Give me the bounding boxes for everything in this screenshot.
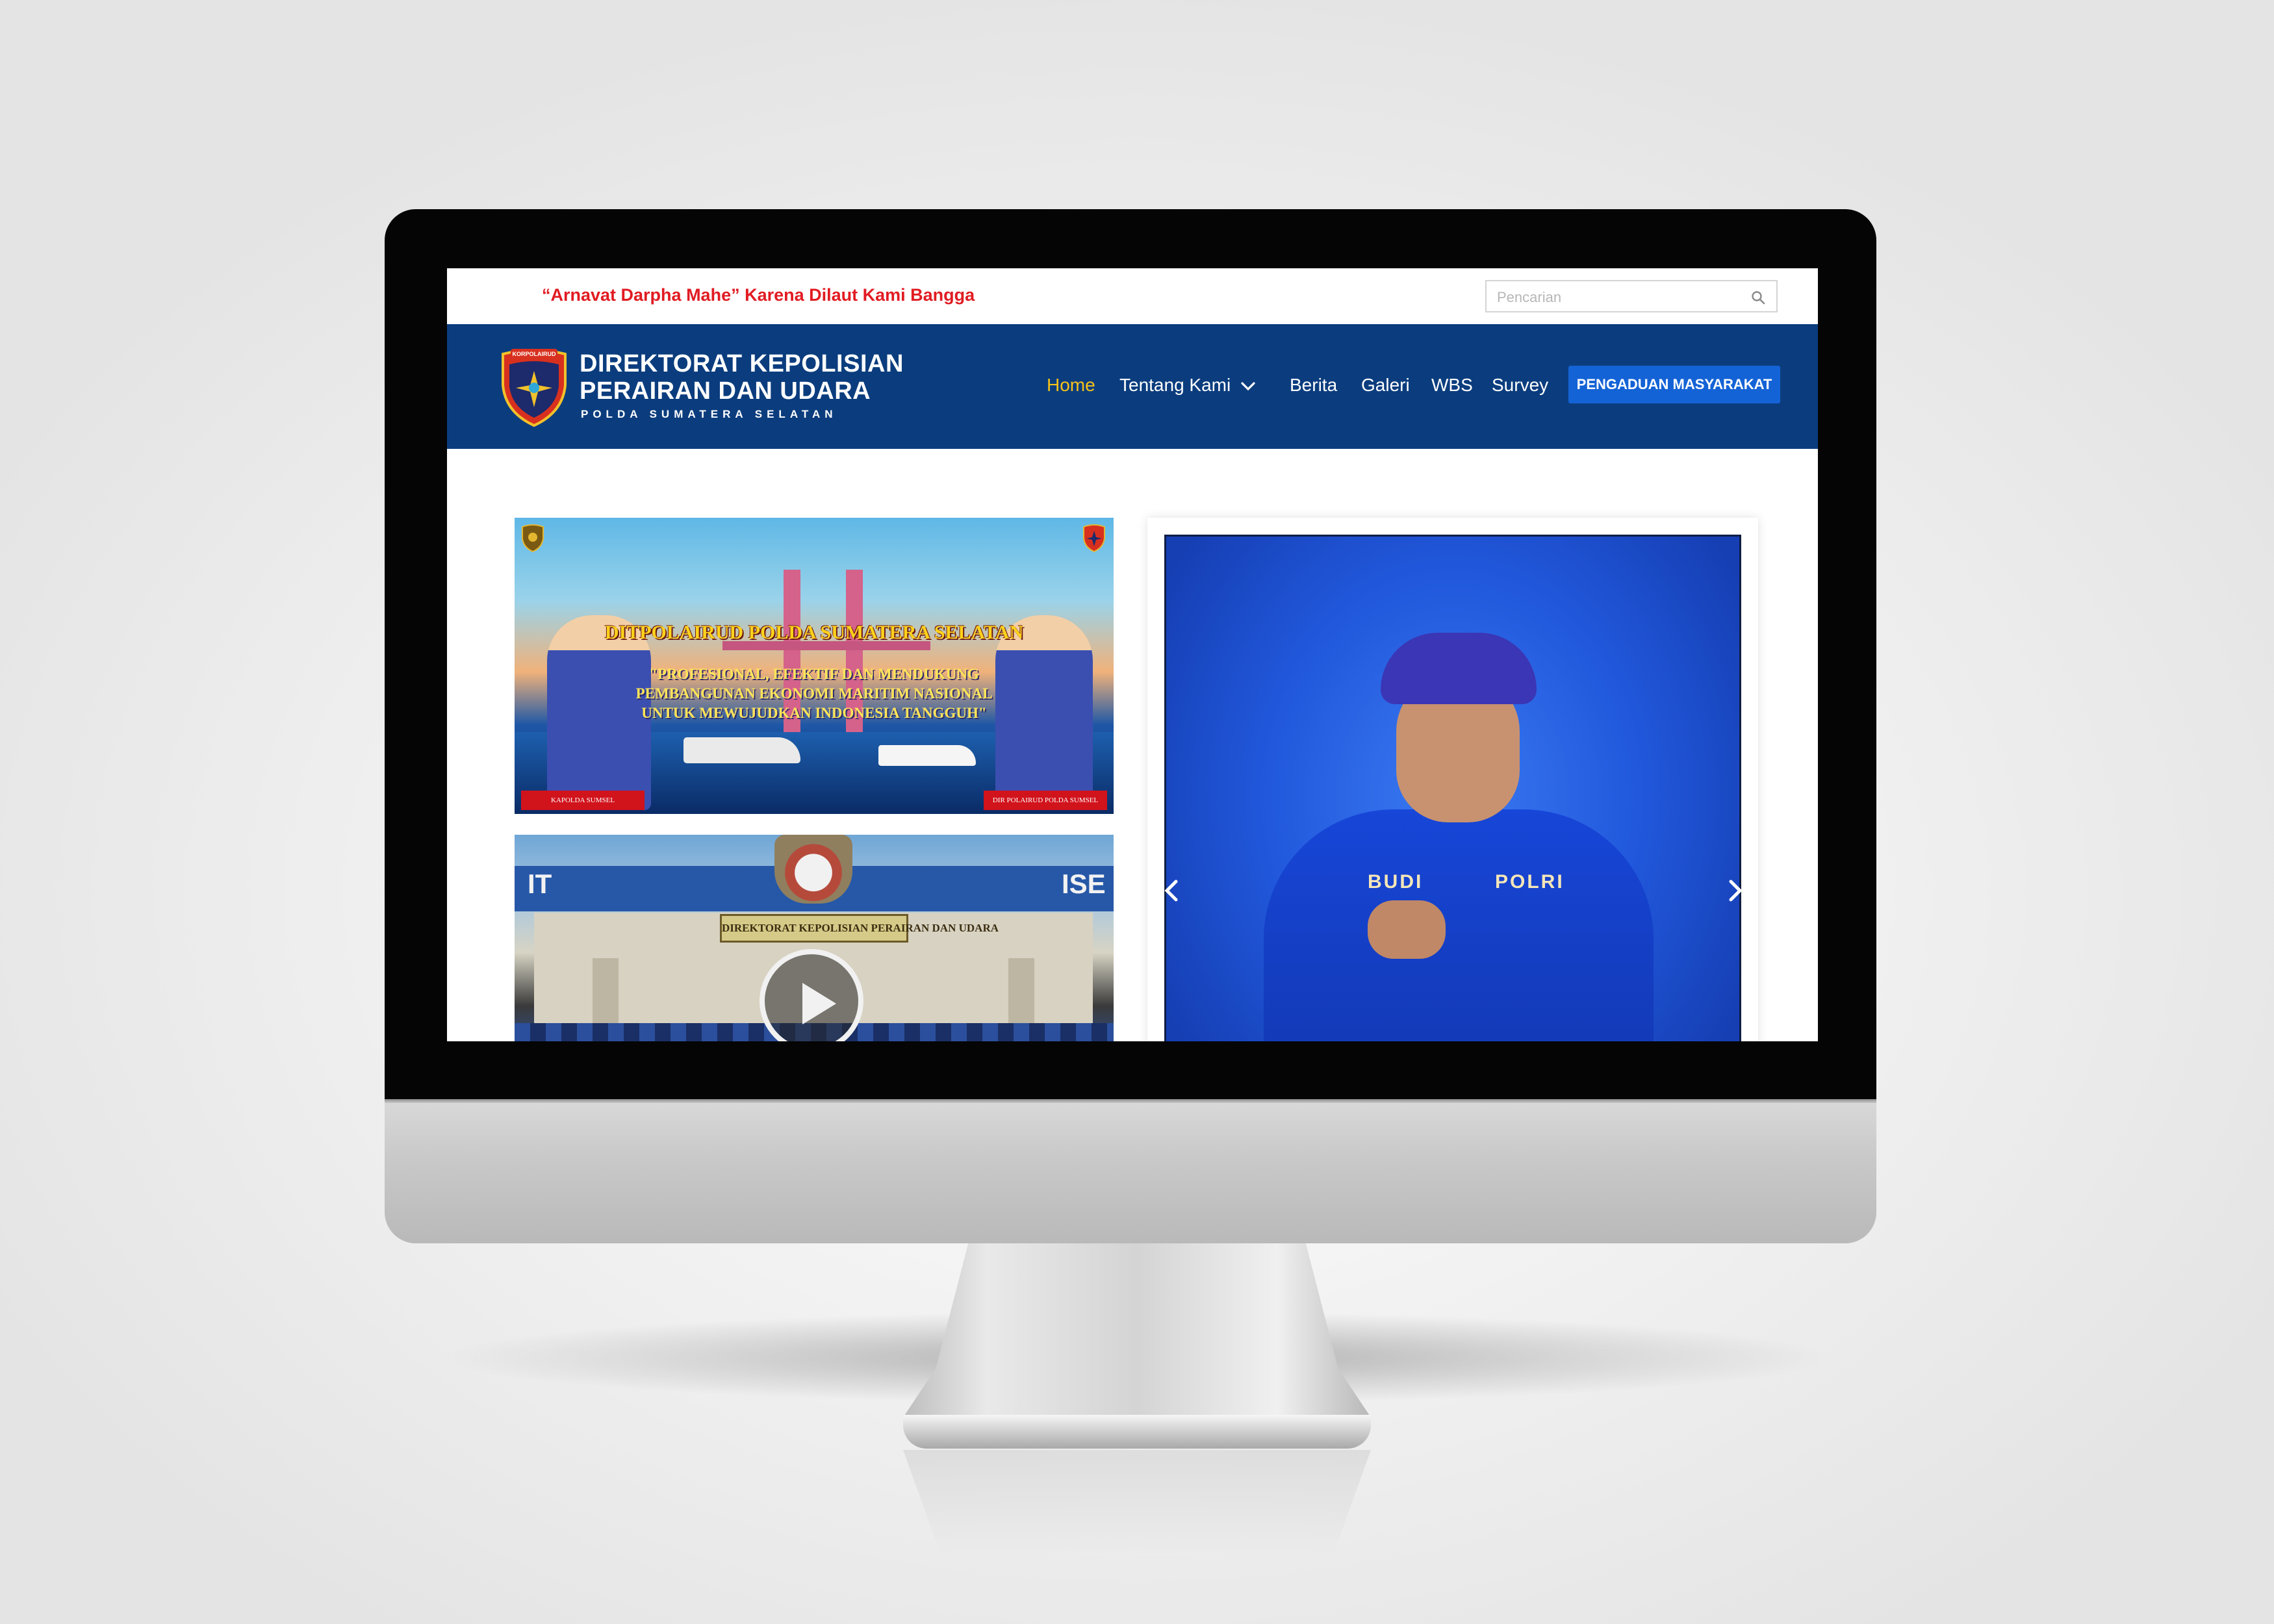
police-emblem-icon [522,524,544,553]
banner-title: DITPOLAIRUD POLDA SUMATERA SELATAN [604,622,1024,643]
officer-uniform [1264,809,1654,1041]
nav-survey[interactable]: Survey [1492,375,1548,396]
officer-fist [1368,900,1446,959]
video-roof-text-left: IT [528,869,552,899]
uniform-unit-tag: POLRI [1495,871,1565,893]
brand-subtitle: POLDA SUMATERA SELATAN [581,408,837,420]
video-roof-text-right: ISE [1062,869,1106,899]
monitor-stand-base [903,1415,1371,1449]
play-icon [802,983,836,1024]
banner-boat [683,737,800,763]
chevron-right-icon[interactable] [1727,878,1744,904]
search-box[interactable] [1485,280,1778,312]
slide-photo-officer[interactable]: BUDI POLRI [1164,535,1741,1041]
search-icon[interactable] [1750,290,1766,305]
nav-tentang-kami-label: Tentang Kami [1119,375,1231,395]
banner-caption-left: KAPOLDA SUMSEL [521,791,645,810]
main-navbar: KORPOLAIRUD DIREKTORAT KEPOLISIAN PERAIR… [447,324,1818,449]
stand-reflection [903,1450,1371,1554]
video-thumbnail[interactable]: IT ISE DIREKTORAT KEPOLISIAN PERAIRAN DA… [515,835,1114,1041]
korpolairud-logo[interactable]: KORPOLAIRUD [498,345,570,428]
banner-officer-right [995,615,1093,810]
banner-slogan-line: "PROFESIONAL, EFEKTIF DAN MENDUKUNG [649,666,979,682]
top-bar: “Arnavat Darpha Mahe” Karena Dilaut Kami… [447,268,1818,324]
monitor-chin [385,1099,1876,1243]
nav-galeri[interactable]: Galeri [1361,375,1410,396]
nav-tentang-kami[interactable]: Tentang Kami [1119,375,1255,396]
brand-title-line1: DIREKTORAT KEPOLISIAN [580,350,904,377]
banner-slogan-line: UNTUK MEWUJUDKAN INDONESIA TANGGUH" [641,705,987,721]
officer-beret [1381,633,1537,704]
banner-slogan-line: PEMBANGUNAN EKONOMI MARITIM NASIONAL [635,685,993,702]
search-input[interactable] [1496,286,1739,309]
nav-home[interactable]: Home [1047,375,1095,396]
video-building-sign: DIREKTORAT KEPOLISIAN PERAIRAN DAN UDARA [720,914,999,943]
tagline: “Arnavat Darpha Mahe” Karena Dilaut Kami… [542,285,975,305]
website-screen: “Arnavat Darpha Mahe” Karena Dilaut Kami… [447,268,1818,1041]
chevron-left-icon[interactable] [1163,878,1180,904]
image-slider: BUDI POLRI [1147,518,1758,1041]
video-crest [774,835,852,904]
nav-wbs[interactable]: WBS [1431,375,1473,396]
logo-text: KORPOLAIRUD [513,351,556,357]
uniform-name-tag: BUDI [1368,871,1424,893]
korpolairud-emblem-icon [1083,524,1105,553]
brand-title-line2: PERAIRAN DAN UDARA [580,377,871,405]
chevron-down-icon [1241,382,1255,390]
nav-berita[interactable]: Berita [1290,375,1337,396]
hero-banner-image[interactable]: DITPOLAIRUD POLDA SUMATERA SELATAN "PROF… [515,518,1114,814]
banner-boat [878,745,976,766]
banner-caption-right: DIR POLAIRUD POLDA SUMSEL [984,791,1107,810]
pengaduan-masyarakat-button[interactable]: PENGADUAN MASYARAKAT [1568,366,1780,403]
monitor-stand [903,1242,1371,1417]
